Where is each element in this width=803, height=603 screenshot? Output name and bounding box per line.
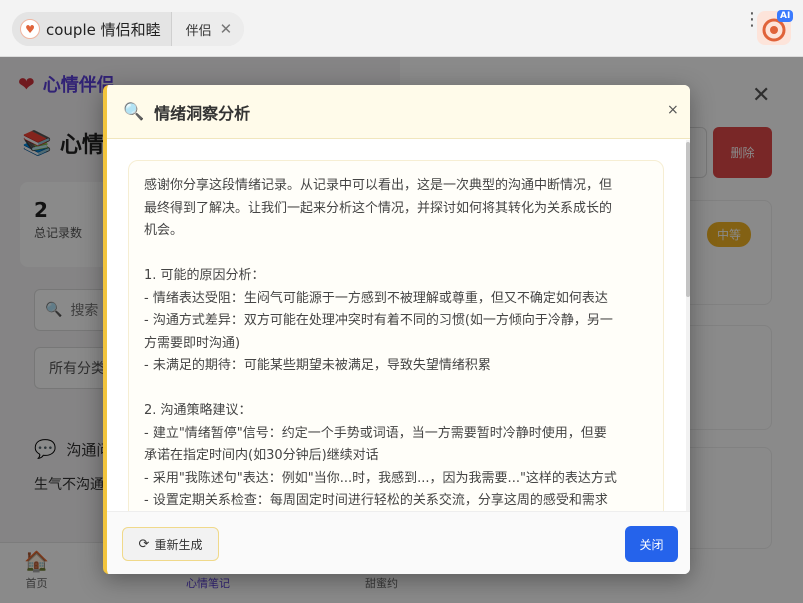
analysis-line bbox=[144, 243, 648, 266]
analysis-line: 感谢你分享这段情绪记录。从记录中可以看出，这是一次典型的沟通中断情况，但 bbox=[144, 178, 613, 193]
tab-partner[interactable]: 伴侣 ✕ bbox=[170, 12, 245, 46]
analysis-line: - 未满足的期待：可能某些期望未被满足，导致失望情绪积累 bbox=[144, 358, 491, 373]
more-menu-icon[interactable]: ⋮ bbox=[743, 11, 761, 40]
modal-close-icon[interactable]: × bbox=[667, 102, 679, 118]
browser-chrome: ♥ couple 情侣和睦 伴侣 ✕ ⋮ AI bbox=[0, 0, 803, 57]
modal-title: 情绪洞察分析 bbox=[154, 103, 251, 123]
analysis-line: 承诺在指定时间内(如30分钟后)继续对话 bbox=[144, 448, 379, 463]
tab-strip: ♥ couple 情侣和睦 伴侣 ✕ bbox=[12, 12, 245, 46]
tab-partner-label: 伴侣 bbox=[185, 23, 212, 39]
analysis-line: - 沟通方式差异：双方可能在处理冲突时有着不同的习惯(如一方倾向于冷静，另一 bbox=[144, 313, 613, 328]
regenerate-label: 重新生成 bbox=[154, 537, 203, 552]
analysis-text: 感谢你分享这段情绪记录。从记录中可以看出，这是一次典型的沟通中断情况，但 最终得到… bbox=[128, 160, 664, 511]
analysis-line: - 设置定期关系检查：每周固定时间进行轻松的关系交流，分享这周的感受和需求 bbox=[144, 493, 608, 508]
analysis-line: 最终得到了解决。让我们一起来分析这个情况，并探讨如何将其转化为关系成长的 bbox=[144, 200, 613, 216]
regenerate-button[interactable]: ⟳ 重新生成 bbox=[122, 527, 219, 561]
scrollbar-thumb[interactable] bbox=[686, 142, 690, 297]
analysis-line: 2. 沟通策略建议： bbox=[144, 403, 252, 418]
tab-title: couple 情侣和睦 bbox=[46, 20, 161, 39]
magnifier-icon: 🔍 bbox=[123, 101, 145, 122]
analysis-line: - 建立"情绪暂停"信号：约定一个手势或词语，当一方需要暂时冷静时使用，但要 bbox=[144, 425, 607, 441]
insight-modal: 🔍 情绪洞察分析 × 感谢你分享这段情绪记录。从记录中可以看出，这是一次典型的沟… bbox=[103, 85, 690, 574]
modal-footer: ⟳ 重新生成 关闭 bbox=[107, 511, 690, 574]
modal-header: 🔍 情绪洞察分析 × bbox=[107, 85, 690, 139]
refresh-icon: ⟳ bbox=[138, 536, 150, 552]
analysis-line bbox=[144, 378, 648, 401]
tab-close-icon[interactable]: ✕ bbox=[220, 20, 233, 38]
tab-couple[interactable]: ♥ couple 情侣和睦 bbox=[12, 12, 171, 46]
analysis-line: - 情绪表达受阻：生闷气可能源于一方感到不被理解或尊重，但又不确定如何表达 bbox=[144, 290, 608, 306]
analysis-line: - 采用"我陈述句"表达：例如"当你...时，我感到...，因为我需要..."这… bbox=[144, 470, 617, 486]
analysis-line: 1. 可能的原因分析： bbox=[144, 268, 265, 283]
app-favicon-icon: ♥ bbox=[20, 19, 40, 39]
modal-body[interactable]: 感谢你分享这段情绪记录。从记录中可以看出，这是一次典型的沟通中断情况，但 最终得到… bbox=[107, 140, 690, 511]
analysis-line: 方需要即时沟通) bbox=[144, 335, 241, 351]
ai-badge: AI bbox=[777, 10, 794, 22]
close-button[interactable]: 关闭 bbox=[625, 526, 678, 562]
analysis-line: 机会。 bbox=[144, 223, 184, 238]
close-label: 关闭 bbox=[639, 537, 664, 552]
